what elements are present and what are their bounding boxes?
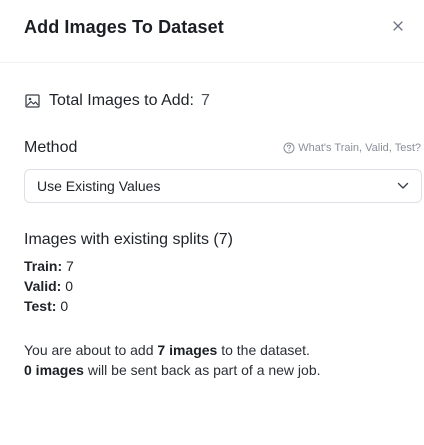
chevron-down-icon — [397, 180, 409, 192]
splits-title: Images with existing splits (7) — [24, 231, 233, 248]
summary-line2-suffix: will be sent back as part of a new job. — [83, 362, 321, 378]
split-valid-label: Valid: — [24, 278, 62, 294]
header-divider — [0, 62, 424, 63]
split-train-value: 7 — [66, 258, 74, 274]
train-valid-test-help-link[interactable]: What's Train, Valid, Test? — [283, 142, 421, 154]
split-test: Test: 0 — [24, 298, 68, 314]
total-images-row: Total Images to Add: 7 — [24, 90, 210, 112]
split-train: Train: 7 — [24, 258, 74, 274]
dialog-header: Add Images To Dataset — [24, 14, 403, 40]
dialog-title: Add Images To Dataset — [24, 16, 224, 37]
add-images-dialog: Add Images To Dataset Total Images to Ad… — [0, 0, 424, 445]
close-icon — [393, 18, 403, 36]
question-circle-icon — [283, 142, 295, 154]
split-valid-value: 0 — [65, 278, 74, 294]
method-select[interactable]: Use Existing Values — [24, 169, 422, 203]
total-images-value: 7 — [200, 92, 210, 109]
image-icon — [24, 93, 40, 109]
split-train-label: Train: — [24, 258, 63, 274]
summary-line1-suffix: to the dataset. — [217, 342, 310, 358]
split-test-label: Test: — [24, 298, 57, 314]
split-test-value: 0 — [60, 298, 69, 314]
split-valid: Valid: 0 — [24, 278, 73, 294]
method-select-value: Use Existing Values — [37, 178, 161, 194]
summary-line1-count: 7 images — [157, 342, 218, 358]
summary-line2-count: 0 images — [24, 362, 84, 378]
summary-line-1: You are about to add 7 images to the dat… — [24, 342, 310, 358]
summary-line1-prefix: You are about to add — [24, 342, 158, 358]
total-images-label: Total Images to Add: — [49, 92, 194, 109]
help-link-text: What's Train, Valid, Test? — [298, 142, 421, 154]
close-button[interactable] — [388, 17, 408, 37]
method-row: Method What's Train, Valid, Test? — [24, 138, 421, 158]
summary-line-2: 0 images will be sent back as part of a … — [24, 362, 321, 378]
method-label: Method — [24, 139, 78, 156]
